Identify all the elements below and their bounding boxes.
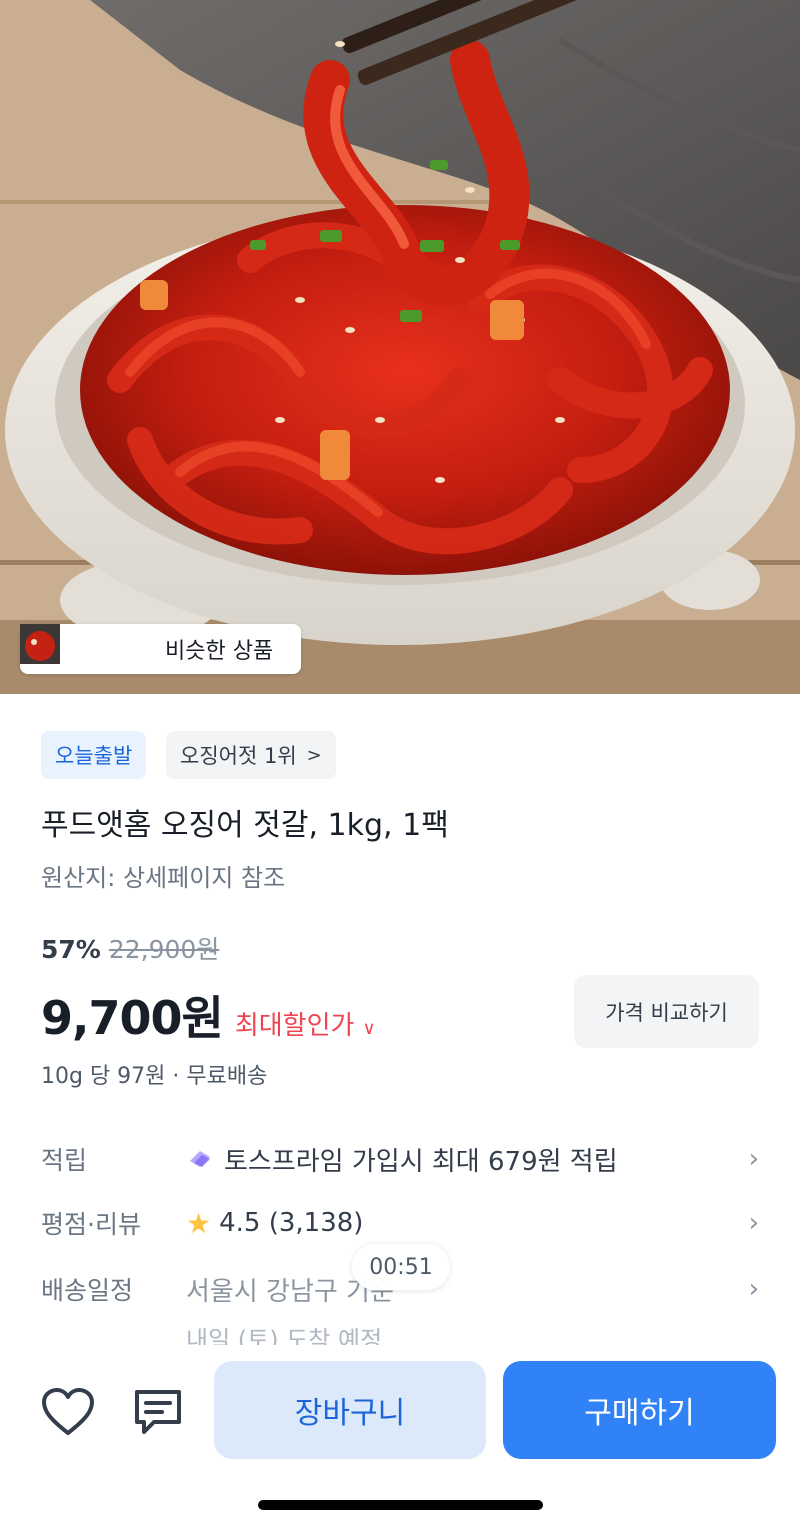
today-ship-label: 오늘출발	[55, 744, 133, 768]
add-to-cart-label: 장바구니	[294, 1396, 406, 1431]
chevron-right-icon: ›	[748, 1144, 759, 1174]
wishlist-button[interactable]	[38, 1382, 98, 1442]
star-icon: ★	[186, 1206, 212, 1240]
discount-rate: 57%	[41, 935, 101, 964]
chevron-right-icon: ›	[748, 1274, 759, 1304]
today-ship-badge: 오늘출발	[41, 731, 147, 779]
points-value-wrap: 토스프라임 가입시 최대 679원 적립	[186, 1141, 749, 1178]
sale-price: 9,700원	[41, 991, 224, 1045]
product-origin: 원산지: 상세페이지 참조	[41, 864, 286, 892]
shipping-label: 배송일정	[41, 1276, 134, 1305]
price-row: 9,700원 최대할인가 ∨	[41, 982, 376, 1048]
chevron-right-icon: >	[306, 744, 322, 766]
chat-icon	[135, 1390, 181, 1434]
inquiry-button[interactable]	[128, 1382, 188, 1442]
timer-badge: 00:51	[352, 1244, 450, 1290]
rating-value-wrap: ★ 4.5 (3,138)	[186, 1207, 749, 1240]
original-price: 22,900원	[108, 935, 220, 964]
heart-icon	[42, 1388, 94, 1435]
product-image[interactable]: 비슷한 상품	[0, 0, 800, 694]
points-value: 토스프라임 가입시 최대 679원 적립	[224, 1146, 618, 1177]
discount-row: 57% 22,900원	[41, 930, 219, 966]
product-title: 푸드앳홈 오징어 젓갈, 1kg, 1팩	[41, 808, 449, 843]
rating-label: 평점·리뷰	[41, 1210, 141, 1239]
add-to-cart-button[interactable]: 장바구니	[214, 1361, 486, 1459]
chevron-down-icon: ∨	[362, 1018, 376, 1039]
similar-products-button[interactable]: 비슷한 상품	[20, 624, 301, 674]
similar-thumbnail	[20, 624, 155, 669]
max-discount-toggle[interactable]: 최대할인가 ∨	[235, 1005, 376, 1042]
points-row[interactable]: 적립 토스프라임 가입시 최대 679원 적립 ›	[41, 1134, 759, 1184]
rating-value: 4.5 (3,138)	[219, 1208, 364, 1238]
category-rank-badge[interactable]: 오징어젓 1위 >	[166, 731, 336, 779]
chevron-right-icon: ›	[748, 1208, 759, 1238]
similar-products-label: 비슷한 상품	[165, 639, 274, 664]
shipping-value: 서울시 강남구 기준	[186, 1276, 394, 1307]
category-rank-label: 오징어젓 1위	[180, 744, 297, 768]
home-indicator	[258, 1500, 543, 1510]
toss-prime-icon	[190, 1151, 210, 1167]
similar-thumbnail	[20, 624, 110, 669]
points-label: 적립	[41, 1146, 88, 1175]
buy-now-label: 구매하기	[584, 1396, 695, 1431]
price-compare-button[interactable]: 가격 비교하기	[574, 975, 759, 1048]
buy-now-button[interactable]: 구매하기	[503, 1361, 776, 1459]
unit-price-shipping: 10g 당 97원 · 무료배송	[41, 1064, 268, 1089]
max-discount-label: 최대할인가	[234, 1011, 355, 1041]
price-compare-label: 가격 비교하기	[605, 1000, 728, 1025]
rating-row[interactable]: 평점·리뷰 ★ 4.5 (3,138) ›	[41, 1198, 759, 1248]
